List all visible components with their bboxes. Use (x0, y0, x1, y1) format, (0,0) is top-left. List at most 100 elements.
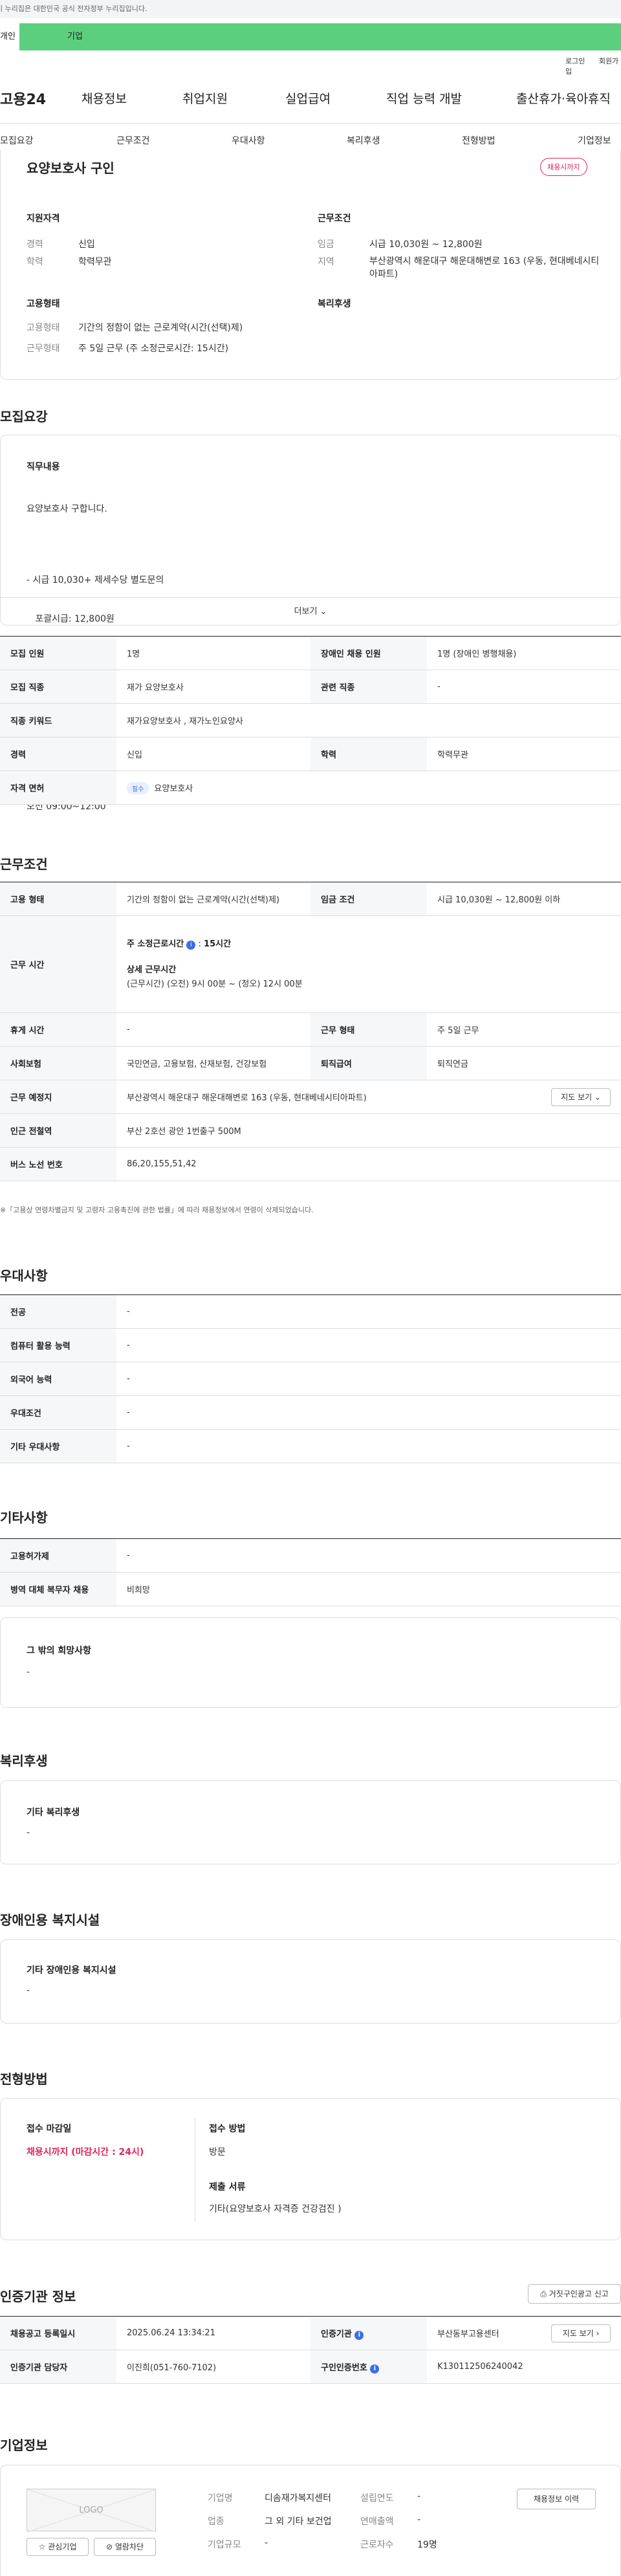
wish-value: - (27, 1667, 30, 1677)
table-cell: 주 5일 근무 (427, 1012, 621, 1047)
method-value: 방문 (209, 2147, 226, 2157)
table-cell: 필수 요양보호사 (116, 770, 621, 805)
emptype-value: 기간의 정함이 없는 근로계약(시간(선택)제) (78, 323, 243, 333)
table-header: 인근 전철역 (0, 1113, 116, 1148)
util-links: 로그인 회원가입 (565, 56, 621, 76)
table-row: 직종 키워드 재가요양보호사 , 재가노인요양사 (0, 703, 621, 737)
tab-personal[interactable]: 개인 (0, 23, 19, 50)
table-cell: 퇴직연금 (427, 1046, 621, 1080)
table-cell: 국민연금, 고용보험, 산재보험, 건강보험 (116, 1046, 310, 1080)
tab-company[interactable]: 기업 (19, 23, 621, 50)
table-header: 근무 시간 (0, 915, 116, 1013)
exp-label: 경력 (27, 239, 43, 250)
table-row: 컴퓨터 활용 능력 - (0, 1328, 621, 1362)
table-row: 우대조건 - (0, 1395, 621, 1430)
wage-label: 임금 (318, 239, 334, 250)
info-icon[interactable]: i (370, 2364, 380, 2374)
chevron-down-icon: ⌄ (320, 607, 327, 617)
login-link[interactable]: 로그인 (565, 57, 585, 65)
table-row: 전공 - (0, 1294, 621, 1329)
site-logo[interactable]: 고용24 (0, 88, 46, 109)
disability-item-title: 기타 장애인용 복지시설 (27, 1965, 116, 1976)
table-cell: - (116, 1012, 310, 1047)
more-button[interactable]: 더보기 ⌄ (1, 597, 620, 626)
nav-parental-leave[interactable]: 출산휴가·육아휴직 (516, 89, 611, 107)
workform-label: 근무형태 (27, 344, 60, 354)
company-name-label: 기업명 (208, 2493, 233, 2504)
company-name-value: 디솜재가복지센터 (265, 2493, 332, 2504)
table-row: 기타 우대사항 - (0, 1429, 621, 1463)
chevron-down-icon: ⌄ (594, 1093, 601, 1102)
table-header: 사회보험 (0, 1046, 116, 1080)
docs-title: 제출 서류 (209, 2182, 246, 2192)
table-header: 모집 직종 (0, 670, 116, 704)
table-header: 퇴직급여 (310, 1046, 427, 1080)
gov-banner: 이 누리집은 대한민국 공식 전자정부 누리집입니다. (0, 0, 621, 18)
work-table: 고용 형태 기간의 정함이 없는 근로계약(시간(선택)제) 임금 조건 시급 … (0, 882, 621, 1181)
table-cell: 학력무관 (427, 737, 621, 771)
nav-vocational-training[interactable]: 직업 능력 개발 (386, 89, 462, 107)
block-view-button[interactable]: ⊘ 열람차단 (94, 2538, 156, 2556)
company-industry-label: 업종 (208, 2516, 224, 2527)
nav-unemployment-benefit[interactable]: 실업급여 (285, 89, 331, 107)
table-row: 휴게 시간 - 근무 형태 주 5일 근무 (0, 1012, 621, 1047)
table-cell: 시급 10,030원 ~ 12,800원 이하 (427, 882, 621, 916)
status-badge: 채용시까지 (540, 158, 587, 176)
wish-title: 그 밖의 희망사항 (27, 1646, 91, 1656)
company-year-value: - (417, 2491, 421, 2502)
table-row: 인근 전철역 부산 2호선 광안 1번출구 500M (0, 1113, 621, 1148)
section-title-pref: 우대사항 (0, 1268, 48, 1283)
table-row: 채용공고 등록일시 2025.06.24 13:34:21 인증기관 i 부산동… (0, 2316, 621, 2350)
table-row: 인증기관 담당자 이진희(051-760-7102) 구인인증번호 i K130… (0, 2350, 621, 2384)
map-view-button[interactable]: 지도 보기 ⌄ (551, 1088, 611, 1106)
org-map-button[interactable]: 지도 보기 › (551, 2324, 611, 2342)
favorite-company-button[interactable]: ☆ 관심기업 (27, 2538, 89, 2556)
exp-value: 신입 (78, 239, 95, 250)
duty-line: 요양보호사 구합니다. (27, 504, 107, 514)
job-title: 요양보호사 구인 (27, 160, 114, 176)
table-row: 병역 대체 복무자 채용 비희망 (0, 1572, 621, 1606)
table-cell: 86,20,155,51,42 (116, 1147, 621, 1181)
subnav-pref[interactable]: 우대사항 (232, 134, 265, 147)
deadline-value: 채용시까지 (마감시간 : 24시) (27, 2147, 144, 2157)
table-cell: 1명 (장애인 병행채용) (427, 636, 621, 670)
table-row: 사회보험 국민연금, 고용보험, 산재보험, 건강보험 퇴직급여 퇴직연금 (0, 1046, 621, 1080)
company-staff-value: 19명 (417, 2540, 437, 2550)
table-header: 경력 (0, 737, 116, 771)
emp-title: 고용형태 (27, 299, 60, 309)
subnav-process[interactable]: 전형방법 (462, 134, 496, 147)
section-title-etc: 기타사항 (0, 1510, 48, 1525)
subnav-recruit[interactable]: 모집요강 (0, 134, 34, 147)
nav-employment-support[interactable]: 취업지원 (182, 89, 228, 107)
welfare-title: 복리후생 (318, 299, 351, 309)
table-row: 고용 형태 기간의 정함이 없는 근로계약(시간(선택)제) 임금 조건 시급 … (0, 882, 621, 916)
table-header: 직종 키워드 (0, 703, 116, 737)
hiring-history-button[interactable]: 채용정보 이력 (517, 2489, 596, 2509)
section-title-company: 기업정보 (0, 2438, 48, 2453)
table-header: 근무 형태 (310, 1012, 427, 1047)
subnav-work[interactable]: 근무조건 (116, 134, 150, 147)
info-icon[interactable]: i (186, 940, 196, 950)
etc-table: 고용허가제 - 병역 대체 복무자 채용 비희망 (0, 1538, 621, 1606)
info-icon[interactable]: i (354, 2330, 364, 2340)
company-year-label: 설립연도 (360, 2493, 394, 2504)
table-header: 학력 (310, 737, 427, 771)
disability-item-value: - (27, 1985, 30, 1996)
section-title-disability: 장애인용 복지시설 (0, 1912, 100, 1928)
subnav-company[interactable]: 기업정보 (578, 134, 611, 147)
edu-value: 학력무관 (78, 257, 112, 267)
duty-title: 직무내용 (27, 462, 60, 472)
table-header: 근무 예정지 (0, 1080, 116, 1114)
company-card: LOGO ☆ 관심기업 ⊘ 열람차단 기업명 디솜재가복지센터 설립연도 - 업… (0, 2465, 621, 2576)
section-title-cert: 인증기관 정보 (0, 2289, 76, 2304)
welfare-item-title: 기타 복리후생 (27, 1807, 80, 1818)
subnav-welfare[interactable]: 복리후생 (347, 134, 380, 147)
table-cell: 기간의 정함이 없는 근로계약(시간(선택)제) (116, 882, 310, 916)
nav-jobs[interactable]: 채용정보 (82, 89, 127, 107)
duty-line: - 시급 10,030+ 제세수당 별도문의 (27, 575, 164, 585)
report-button[interactable]: ⎙ 거짓구인광고 신고 (528, 2284, 621, 2304)
table-row: 경력 신입 학력 학력무관 (0, 737, 621, 771)
age-note: ※「고용상 연령차별금지 및 고령자 고용촉진에 관한 법률」에 따라 채용정보… (0, 1206, 314, 1214)
table-cell: 재가요양보호사 , 재가노인요양사 (116, 703, 621, 737)
block-icon: ⊘ (105, 2542, 113, 2551)
